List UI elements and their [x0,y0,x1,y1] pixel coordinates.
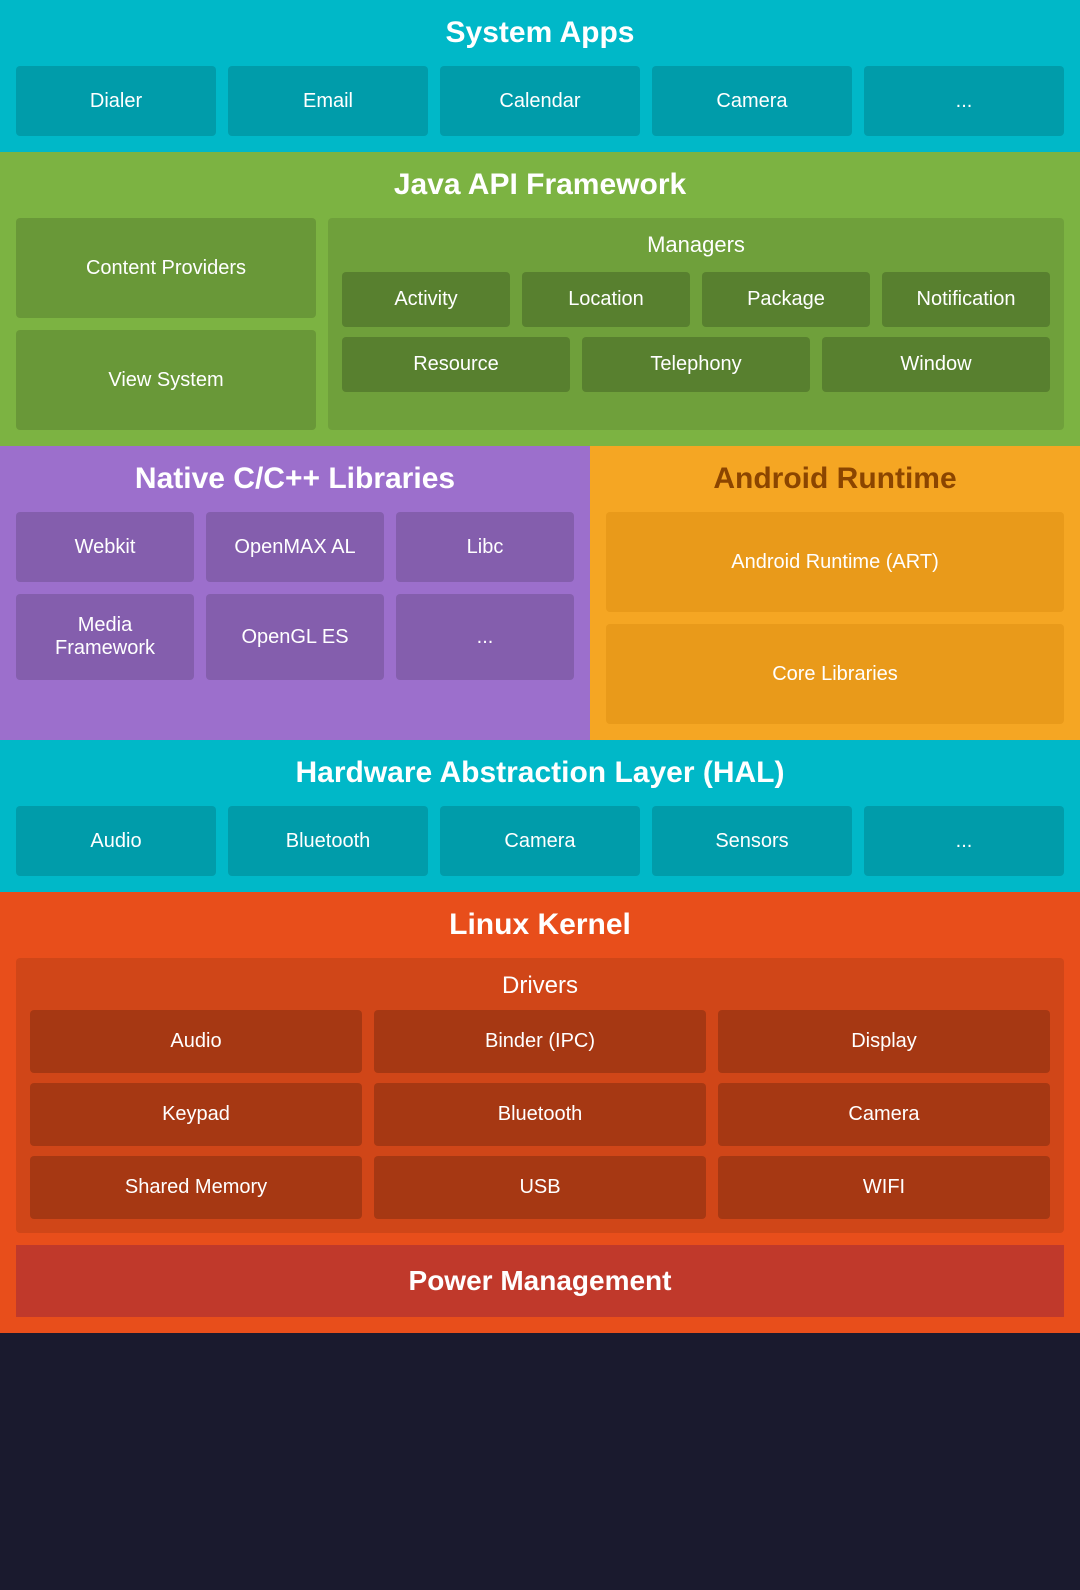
driver-camera: Camera [718,1083,1050,1146]
hal-sensors-card: Sensors [652,806,852,876]
email-card: Email [228,66,428,136]
power-management-label: Power Management [409,1265,672,1296]
libc-card: Libc [396,512,574,582]
drivers-row3: Shared Memory USB WIFI [30,1156,1050,1219]
dialer-card: Dialer [16,66,216,136]
driver-audio: Audio [30,1010,362,1073]
art-card: Android Runtime (ART) [606,512,1064,612]
resource-manager: Resource [342,337,570,392]
location-manager: Location [522,272,690,327]
hal-layer: Hardware Abstraction Layer (HAL) Audio B… [0,740,1080,892]
drivers-row2: Keypad Bluetooth Camera [30,1083,1050,1146]
kernel-layer: Linux Kernel Drivers Audio Binder (IPC) … [0,892,1080,1333]
java-api-layer: Java API Framework Content Providers Vie… [0,152,1080,446]
window-manager: Window [822,337,1050,392]
driver-bluetooth: Bluetooth [374,1083,706,1146]
hal-camera-card: Camera [440,806,640,876]
driver-display: Display [718,1010,1050,1073]
calendar-card: Calendar [440,66,640,136]
view-system-card: View System [16,330,316,430]
more-apps-card: ... [864,66,1064,136]
hal-bluetooth-card: Bluetooth [228,806,428,876]
driver-binder: Binder (IPC) [374,1010,706,1073]
hal-more-card: ... [864,806,1064,876]
core-libraries-card: Core Libraries [606,624,1064,724]
java-api-title: Java API Framework [16,168,1064,202]
driver-keypad: Keypad [30,1083,362,1146]
media-framework-card: Media Framework [16,594,194,680]
java-api-left: Content Providers View System [16,218,316,430]
native-row2: Media Framework OpenGL ES ... [16,594,574,680]
camera-card: Camera [652,66,852,136]
driver-wifi: WIFI [718,1156,1050,1219]
native-runtime-row: Native C/C++ Libraries Webkit OpenMAX AL… [0,446,1080,740]
native-libraries-layer: Native C/C++ Libraries Webkit OpenMAX AL… [0,446,590,740]
drivers-title: Drivers [30,972,1050,1000]
system-apps-layer: System Apps Dialer Email Calendar Camera… [0,0,1080,152]
managers-grid: Activity Location Package Notification R… [342,272,1050,392]
activity-manager: Activity [342,272,510,327]
system-apps-row: Dialer Email Calendar Camera ... [16,66,1064,136]
hal-audio-card: Audio [16,806,216,876]
opengl-card: OpenGL ES [206,594,384,680]
drivers-row1: Audio Binder (IPC) Display [30,1010,1050,1073]
native-row1: Webkit OpenMAX AL Libc [16,512,574,582]
runtime-title: Android Runtime [606,462,1064,496]
content-providers-card: Content Providers [16,218,316,318]
managers-container: Managers Activity Location Package Notif… [328,218,1064,430]
hal-title: Hardware Abstraction Layer (HAL) [16,756,1064,790]
driver-usb: USB [374,1156,706,1219]
android-runtime-layer: Android Runtime Android Runtime (ART) Co… [590,446,1080,740]
openmax-card: OpenMAX AL [206,512,384,582]
notification-manager: Notification [882,272,1050,327]
native-more-card: ... [396,594,574,680]
system-apps-title: System Apps [16,16,1064,50]
webkit-card: Webkit [16,512,194,582]
managers-row2: Resource Telephony Window [342,337,1050,392]
telephony-manager: Telephony [582,337,810,392]
managers-title: Managers [342,232,1050,258]
package-manager: Package [702,272,870,327]
managers-row1: Activity Location Package Notification [342,272,1050,327]
driver-shared-memory: Shared Memory [30,1156,362,1219]
drivers-container: Drivers Audio Binder (IPC) Display Keypa… [16,958,1064,1233]
hal-items-row: Audio Bluetooth Camera Sensors ... [16,806,1064,876]
native-title: Native C/C++ Libraries [16,462,574,496]
power-management-section: Power Management [16,1245,1064,1317]
kernel-title: Linux Kernel [16,908,1064,942]
java-api-inner: Content Providers View System Managers A… [16,218,1064,430]
